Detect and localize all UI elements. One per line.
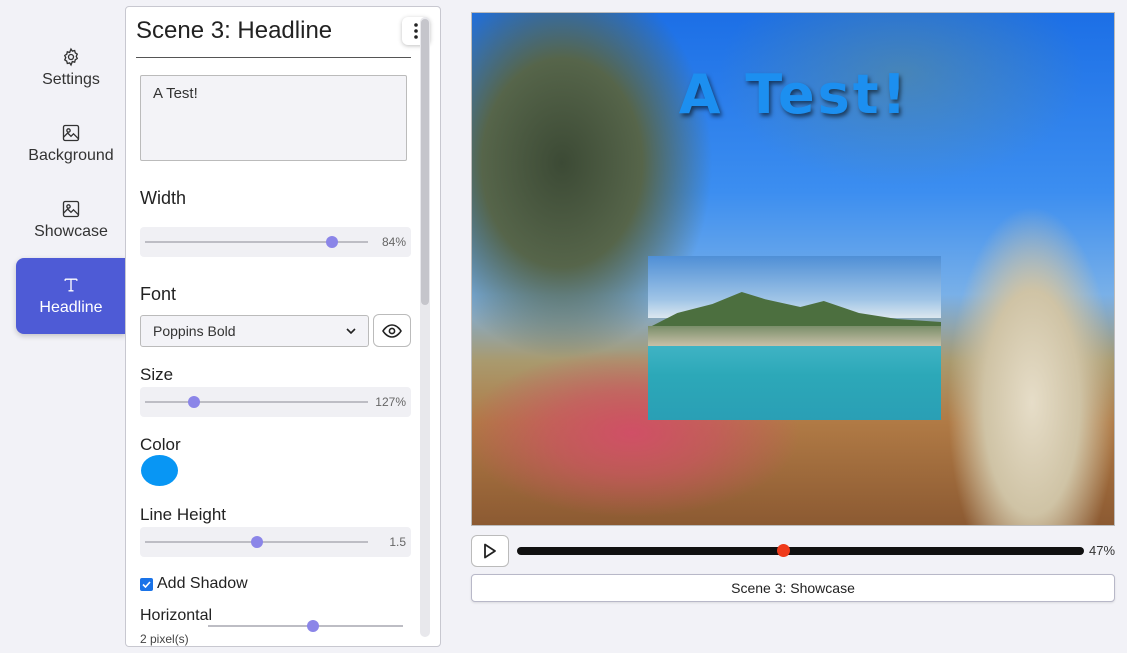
slider-thumb[interactable] [188,396,201,408]
nav-item-background[interactable]: Background [16,106,126,182]
size-label: Size [140,365,174,384]
headline-settings-panel: Scene 3: Headline A Test! Width 84% Font… [125,6,441,647]
showcase-sea [648,346,941,420]
color-label: Color [140,435,181,454]
kebab-menu-icon [414,23,418,39]
nav-item-showcase[interactable]: Showcase [16,182,126,258]
panel-content: Scene 3: Headline A Test! Width 84% Font… [136,7,430,646]
eye-icon [382,323,402,338]
showcase-shore [648,326,941,346]
image-icon [62,200,80,218]
scene-nav: Settings Background Showcase Headline [16,30,126,334]
scrollbar-thumb[interactable] [421,19,429,305]
image-icon [62,124,80,142]
font-select[interactable]: Poppins Bold [140,315,369,347]
nav-item-label: Headline [39,299,103,316]
horizontal-value: 2 pixel(s) [140,632,189,646]
play-icon [484,543,496,559]
nav-item-label: Showcase [34,223,108,240]
horizontal-slider-thumb[interactable] [307,620,319,632]
slider-value: 127% [375,395,406,409]
nav-item-headline[interactable]: Headline [16,258,126,334]
playback-progress-bar[interactable] [517,544,1084,557]
nav-item-settings[interactable]: Settings [16,30,126,106]
scene-preview: A Test! [471,12,1115,526]
width-slider[interactable]: 84% [140,227,411,257]
play-button[interactable] [471,535,509,567]
nav-item-label: Background [28,147,114,164]
add-shadow-label: Add Shadow [157,575,248,592]
chevron-down-icon [346,328,356,334]
horizontal-slider-track[interactable] [208,625,403,627]
progress-thumb[interactable] [777,544,791,557]
width-label: Width [140,188,187,208]
font-label: Font [140,284,177,304]
checkmark-icon [142,581,151,588]
panel-title: Scene 3: Headline [136,17,333,44]
line-height-slider[interactable]: 1.5 [140,527,411,557]
slider-thumb[interactable] [326,236,339,248]
preview-headline[interactable]: A Test! [472,63,1114,126]
size-slider[interactable]: 127% [140,387,411,417]
color-swatch[interactable] [141,455,178,486]
slider-thumb[interactable] [250,536,263,548]
scene-select-button[interactable]: Scene 3: Showcase [471,574,1115,602]
headline-text-input[interactable]: A Test! [140,75,407,161]
horizontal-label: Horizontal [140,607,213,624]
line-height-label: Line Height [140,505,227,524]
gear-icon [63,47,79,67]
slider-value: 84% [381,235,406,249]
add-shadow-checkbox[interactable] [140,578,153,591]
preview-font-button[interactable] [373,314,411,347]
text-icon [64,278,78,292]
slider-value: 1.5 [389,535,406,549]
nav-item-label: Settings [42,71,100,88]
font-select-value: Poppins Bold [153,323,236,339]
progress-value: 47% [1089,543,1116,558]
slider-track [145,401,368,403]
showcase-image[interactable] [648,256,941,420]
panel-scrollbar[interactable] [420,17,430,637]
title-divider [136,57,411,58]
